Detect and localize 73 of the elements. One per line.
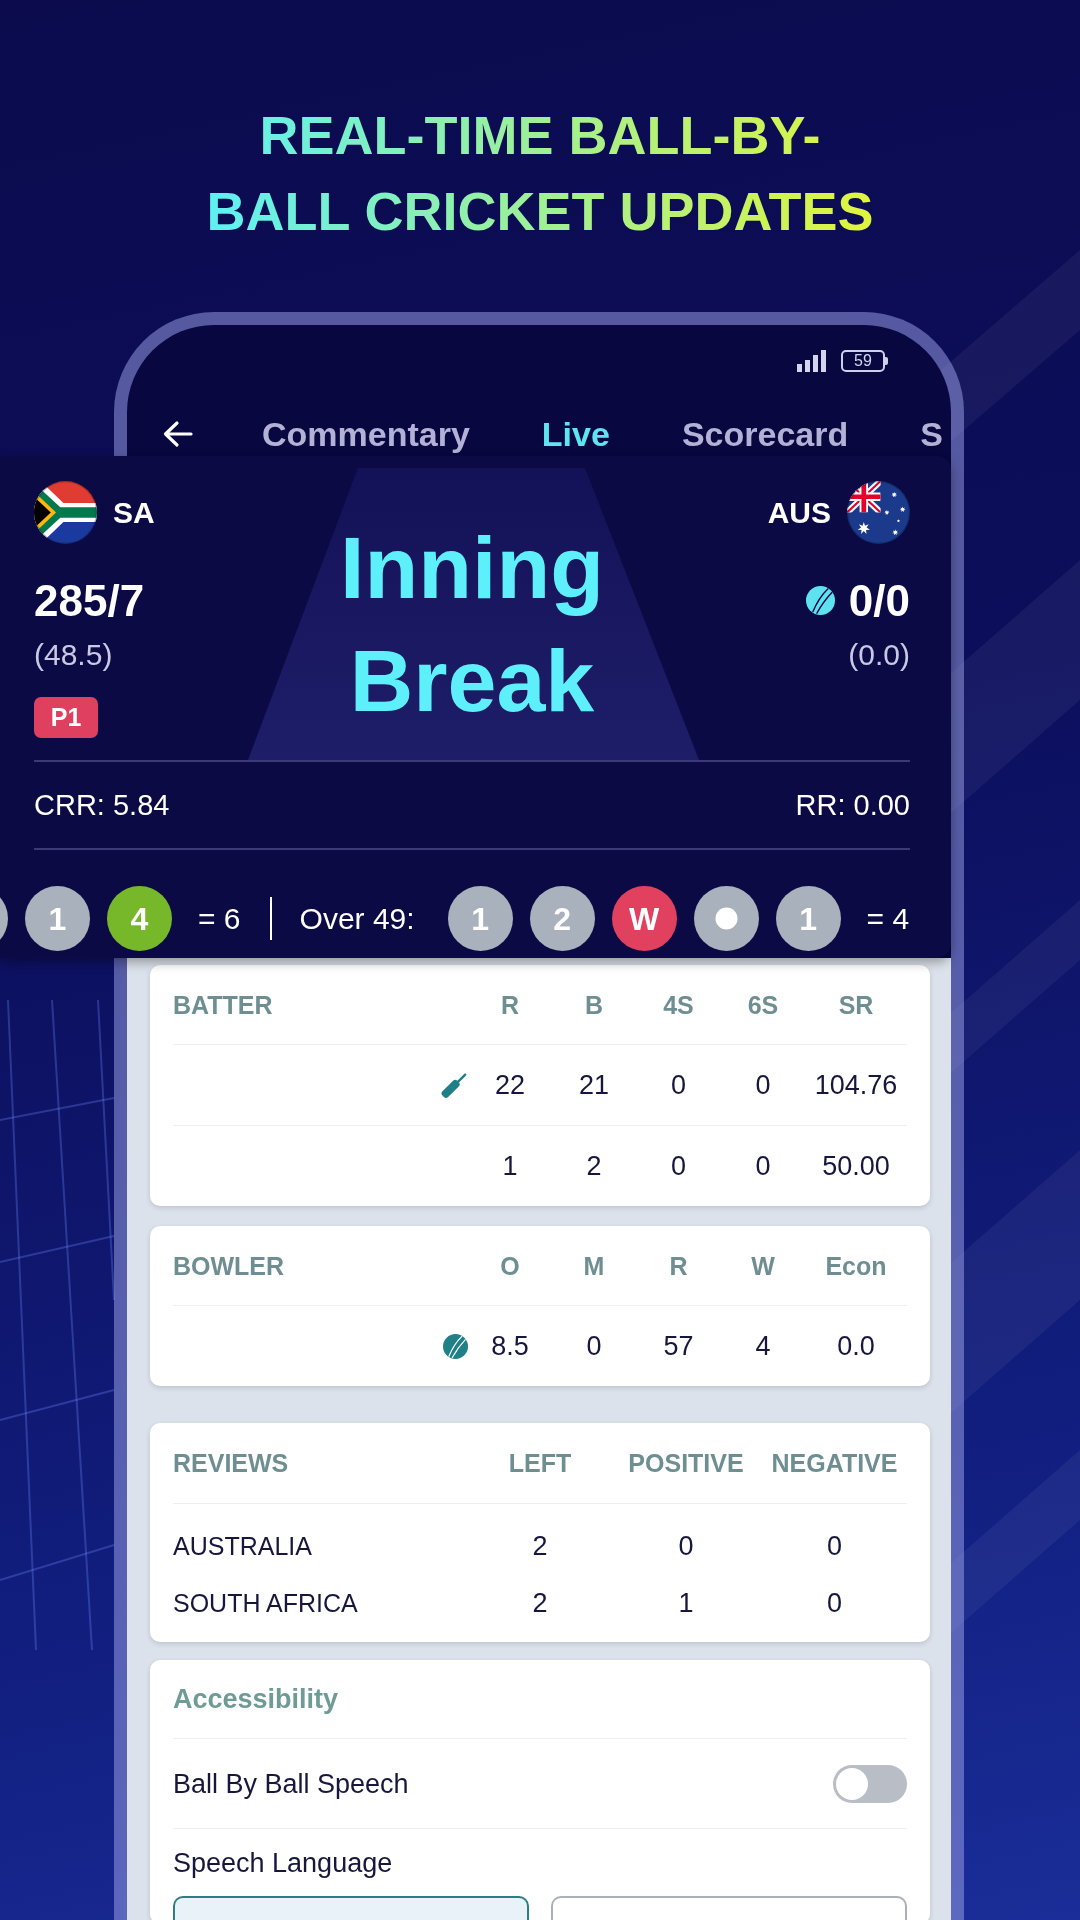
ball-result: 1 xyxy=(447,886,513,951)
over-total: = 6 xyxy=(198,900,241,937)
ball-result: W xyxy=(611,886,677,951)
table-cell: 1 xyxy=(502,1150,518,1182)
table-cell: 0 xyxy=(671,1069,686,1101)
column-header: R xyxy=(500,989,520,1020)
column-header: BOWLER xyxy=(173,1250,285,1281)
tab[interactable]: S xyxy=(920,413,943,454)
table-cell: 0 xyxy=(827,1586,842,1619)
match-status: Inning Break xyxy=(339,517,605,732)
column-header: 4S xyxy=(663,989,694,1020)
table-cell: 0 xyxy=(586,1330,602,1362)
table-cell: 0 xyxy=(671,1150,686,1182)
column-header: Econ xyxy=(825,1250,887,1281)
table-cell: 1 xyxy=(678,1586,694,1619)
table-cell-text: AUSTRALIA xyxy=(173,1530,312,1562)
speech-toggle[interactable] xyxy=(833,1764,907,1803)
over-label: Over 49: xyxy=(299,900,415,937)
battery-indicator: 59 xyxy=(841,350,888,372)
run-rate: RR: 0.00 xyxy=(795,788,910,822)
column-header: M xyxy=(583,1250,605,1281)
table-cell: 57 xyxy=(663,1330,694,1362)
column-header: NEGATIVE xyxy=(771,1448,898,1478)
column-header: POSITIVE xyxy=(628,1448,744,1478)
team-name: AUS xyxy=(767,494,831,531)
team-overs: (48.5) xyxy=(34,637,113,673)
team-score: 0/0 xyxy=(848,575,910,627)
table-cell: 8.5 xyxy=(491,1330,529,1362)
section-title: Accessibility xyxy=(173,1683,339,1715)
language-option[interactable] xyxy=(173,1896,529,1920)
table-cell: 4 xyxy=(755,1330,771,1362)
column-header: R xyxy=(669,1250,688,1281)
column-header: BATTER xyxy=(173,989,273,1020)
table-cell: 0 xyxy=(678,1529,694,1562)
column-header: 6S xyxy=(747,989,779,1020)
run-rate: CRR: 5.84 xyxy=(34,788,170,822)
column-header: W xyxy=(751,1250,775,1281)
team-name: SA xyxy=(113,494,155,531)
table-cell: 104.76 xyxy=(814,1069,898,1101)
team-score: 285/7 xyxy=(34,575,145,627)
tab[interactable]: Commentary xyxy=(262,413,470,454)
table-cell: 0 xyxy=(755,1150,771,1182)
table-cell: 0 xyxy=(827,1529,842,1562)
table-cell: 2 xyxy=(532,1529,548,1562)
table-cell: 50.00 xyxy=(822,1150,890,1182)
table-cell: 22 xyxy=(494,1069,525,1101)
flag-icon xyxy=(34,481,97,544)
tab[interactable]: Scorecard xyxy=(681,413,849,454)
language-option[interactable] xyxy=(551,1896,907,1920)
field-label: Speech Language xyxy=(173,1847,394,1880)
table-cell: 0.0 xyxy=(837,1330,875,1362)
signal-icon xyxy=(797,350,827,372)
ball-result: 2 xyxy=(529,886,595,951)
column-header: REVIEWS xyxy=(173,1448,289,1478)
column-header: LEFT xyxy=(508,1448,572,1478)
table-cell: 21 xyxy=(578,1069,609,1101)
column-header: O xyxy=(500,1250,520,1281)
table-cell: 2 xyxy=(586,1150,602,1182)
table-cell: 2 xyxy=(532,1586,548,1619)
column-header: B xyxy=(584,989,604,1020)
tab[interactable]: Live xyxy=(541,413,610,454)
innings-badge: P1 xyxy=(34,697,98,738)
team-overs: (0.0) xyxy=(848,637,910,673)
table-cell: 0 xyxy=(755,1069,771,1101)
dot-ball-icon xyxy=(693,886,759,951)
column-header: SR xyxy=(838,989,874,1020)
table-cell-text: SOUTH AFRICA xyxy=(173,1587,358,1619)
ball-result: 4 xyxy=(107,886,172,951)
ball-result: 1 xyxy=(775,886,841,951)
setting-label: Ball By Ball Speech xyxy=(173,1767,409,1800)
over-total: = 4 xyxy=(866,900,910,937)
ball-result: 1 xyxy=(25,886,90,951)
back-arrow-icon[interactable] xyxy=(162,419,193,448)
